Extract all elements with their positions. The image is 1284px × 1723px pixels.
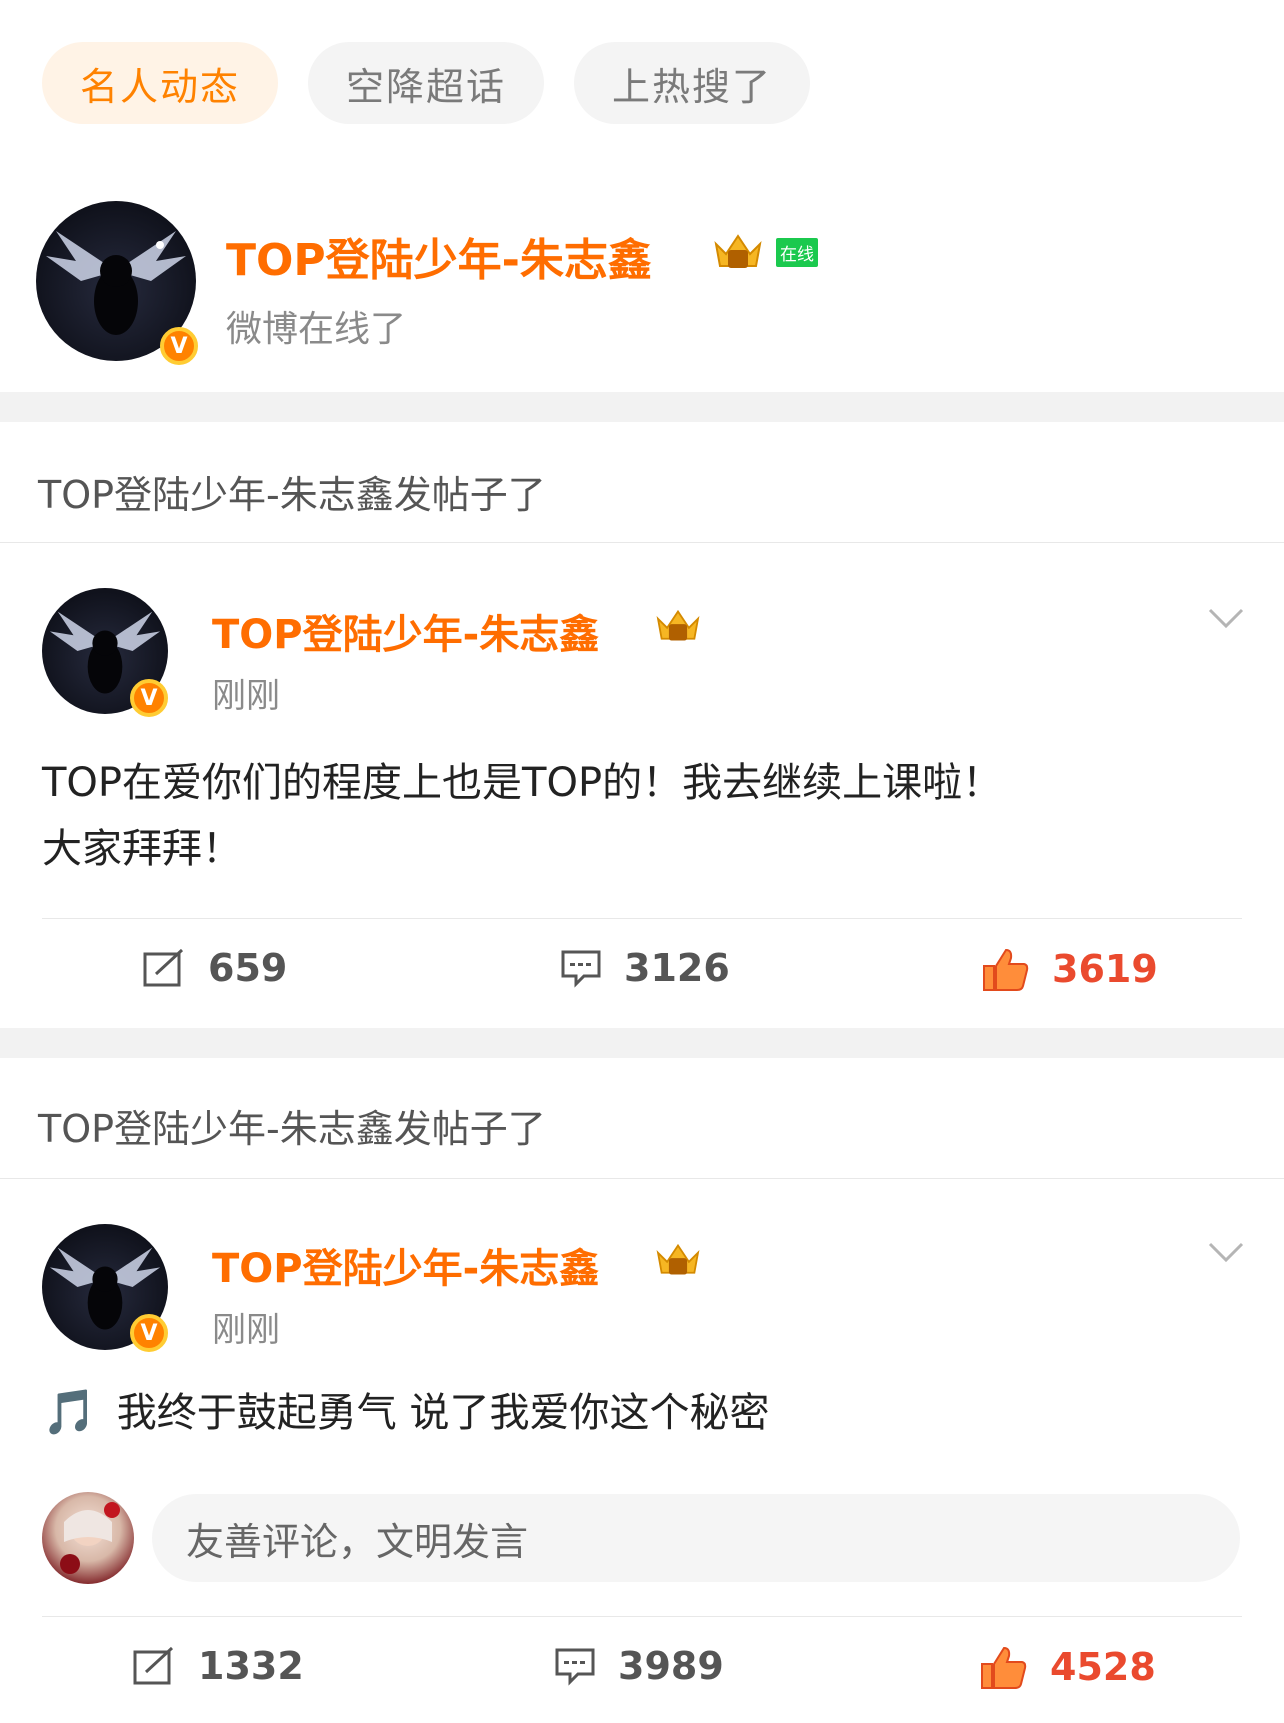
- online-badge: 在线: [776, 238, 818, 267]
- post-time: 刚刚: [212, 1310, 280, 1350]
- comment-count: 3126: [624, 946, 730, 990]
- crown-icon: [714, 234, 762, 268]
- post-time: 刚刚: [212, 676, 280, 716]
- comment-count: 3989: [618, 1644, 724, 1688]
- comment-icon: [561, 950, 601, 988]
- tab-celebrity-updates[interactable]: 名人动态: [42, 42, 279, 124]
- thumbs-up-icon: [981, 1646, 1027, 1689]
- crown-icon: [656, 1243, 700, 1275]
- divider: [0, 542, 1284, 543]
- music-note-icon: 🎵: [42, 1387, 97, 1438]
- verified-badge: V: [130, 679, 168, 717]
- section-divider: [0, 392, 1284, 422]
- header-username[interactable]: TOP登陆少年-朱志鑫: [226, 224, 652, 288]
- tab-supertopic[interactable]: 空降超话: [308, 42, 545, 124]
- post-section-title: TOP登陆少年-朱志鑫发帖子了: [38, 1107, 546, 1151]
- post-section-title: TOP登陆少年-朱志鑫发帖子了: [38, 473, 546, 517]
- comment-placeholder: 友善评论，文明发言: [186, 1519, 529, 1564]
- thumbs-up-icon: [983, 948, 1029, 991]
- post-author-name[interactable]: TOP登陆少年-朱志鑫: [212, 602, 599, 660]
- post-body: TOP在爱你们的程度上也是TOP的！我去继续上课啦！ 大家拜拜！: [42, 750, 1002, 882]
- chevron-down-icon[interactable]: [1206, 606, 1246, 630]
- current-user-avatar[interactable]: [42, 1492, 134, 1584]
- profile-photo-image: [60, 1502, 120, 1574]
- post-body-line: TOP在爱你们的程度上也是TOP的！我去继续上课啦！: [42, 760, 1003, 806]
- divider: [0, 1178, 1284, 1179]
- section-divider: [0, 1028, 1284, 1058]
- comment-button[interactable]: 3989: [554, 1644, 724, 1688]
- divider: [42, 918, 1242, 919]
- repost-icon: [133, 1646, 174, 1685]
- comment-button[interactable]: 3126: [560, 946, 730, 990]
- comment-input[interactable]: 友善评论，文明发言: [152, 1494, 1240, 1582]
- repost-count: 1332: [198, 1644, 304, 1688]
- repost-button[interactable]: 659: [142, 946, 287, 990]
- repost-count: 659: [208, 946, 288, 990]
- crown-icon: [656, 609, 700, 641]
- chevron-down-icon[interactable]: [1206, 1240, 1246, 1264]
- like-count: 4528: [1050, 1645, 1156, 1689]
- topic-tabs: 名人动态 空降超话 上热搜了: [42, 42, 811, 124]
- header-status-text: 微博在线了: [226, 309, 407, 350]
- comment-icon: [555, 1648, 595, 1686]
- repost-icon: [143, 948, 184, 987]
- verified-badge: V: [160, 327, 198, 365]
- tab-trending[interactable]: 上热搜了: [574, 42, 811, 124]
- post-body-line: 大家拜拜！: [42, 826, 242, 872]
- post-author-name[interactable]: TOP登陆少年-朱志鑫: [212, 1236, 599, 1294]
- like-count: 3619: [1052, 947, 1158, 991]
- like-button[interactable]: 4528: [980, 1644, 1156, 1690]
- verified-badge: V: [130, 1314, 168, 1352]
- repost-button[interactable]: 1332: [132, 1644, 304, 1688]
- divider: [42, 1616, 1242, 1617]
- post-body: 🎵 我终于鼓起勇气 说了我爱你这个秘密: [42, 1380, 770, 1446]
- like-button[interactable]: 3619: [982, 946, 1158, 992]
- post-body-line: 我终于鼓起勇气 说了我爱你这个秘密: [116, 1390, 770, 1436]
